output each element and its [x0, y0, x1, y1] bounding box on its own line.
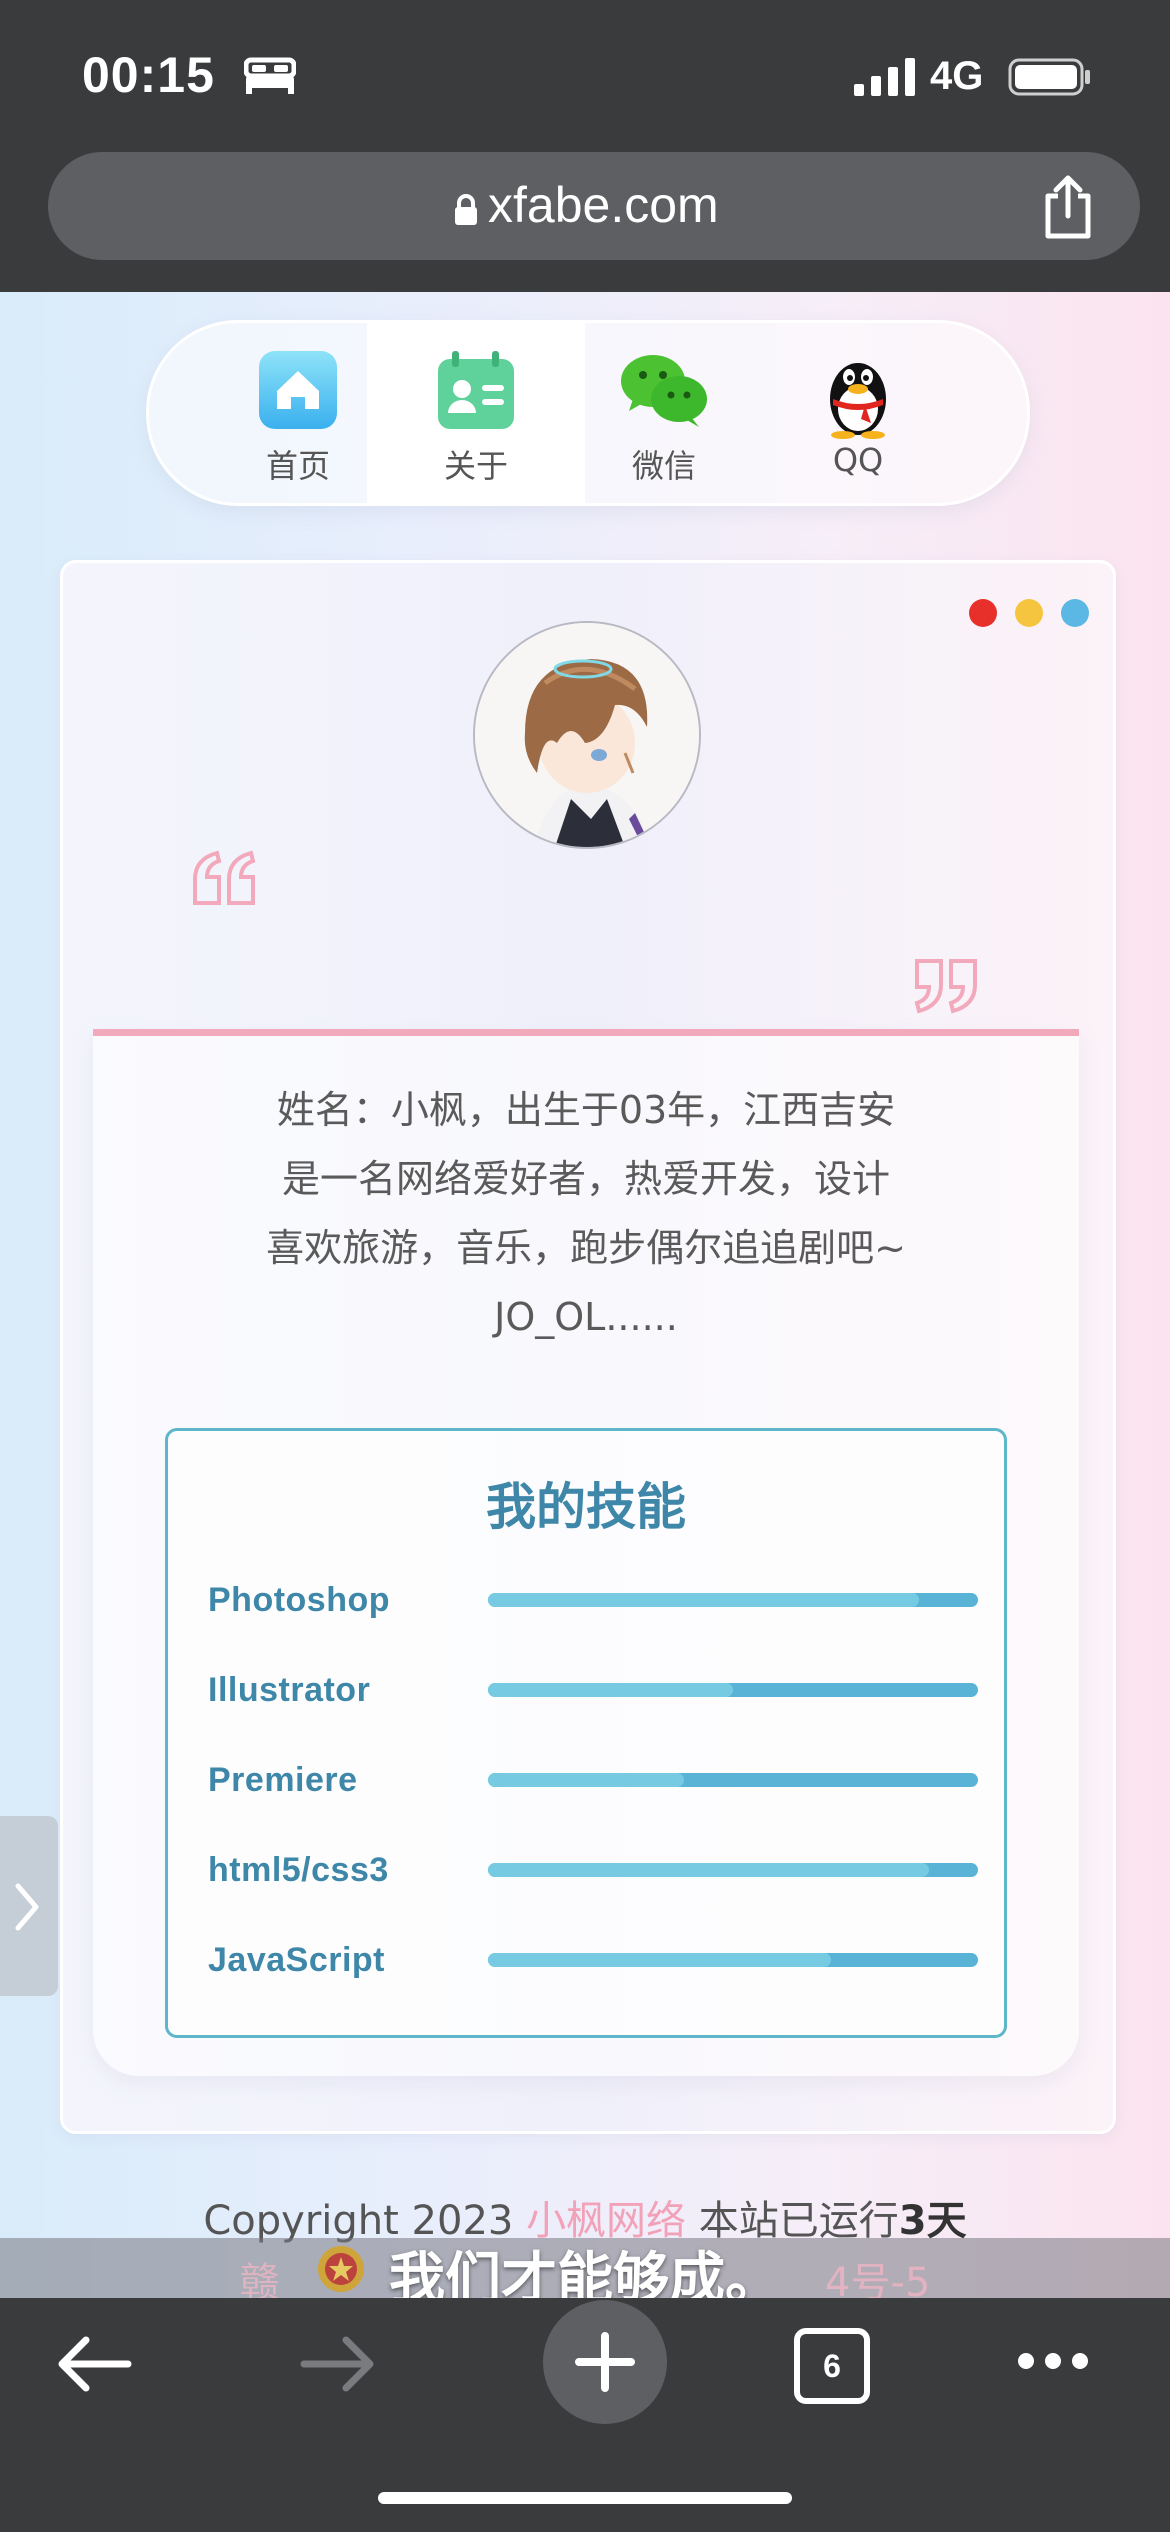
nav-item-qq[interactable]: QQ [749, 323, 967, 503]
lock-icon [455, 194, 477, 225]
network-type: 4G [930, 54, 984, 98]
wechat-icon [621, 355, 707, 427]
avatar [473, 621, 701, 849]
chevron-right-icon [15, 1883, 39, 1931]
signal-icon [854, 58, 915, 96]
sleep-mode-icon [244, 57, 296, 94]
about-panel: 姓名：小枫，出生于03年，江西吉安 是一名网络爱好者，热爱开发，设计 喜欢旅游，… [93, 1029, 1079, 2076]
skill-progress-fill [488, 1953, 831, 1967]
skills-title: 我的技能 [486, 1478, 686, 1536]
nav-item-about[interactable]: 关于 [367, 323, 585, 503]
window-dot-yellow [1015, 599, 1043, 627]
skill-row: Photoshop [208, 1581, 978, 1641]
site-nav: 首页 关于 微信 QQ [146, 320, 1030, 506]
battery-icon [1008, 58, 1090, 96]
nav-label: QQ [832, 441, 884, 479]
skill-name: html5/css3 [208, 1851, 389, 1889]
skill-progress-fill [488, 1683, 733, 1697]
skill-name: JavaScript [208, 1941, 385, 1979]
skill-progress-bar [488, 1593, 978, 1607]
window-dot-red [969, 599, 997, 627]
bio-line: JO_OL...... [494, 1295, 678, 1339]
share-icon[interactable] [1040, 174, 1096, 240]
skill-progress-fill [488, 1863, 929, 1877]
skill-row: JavaScript [208, 1941, 978, 2001]
tabs-count-button[interactable]: 6 [794, 2328, 870, 2404]
bio-line: 喜欢旅游，音乐，跑步偶尔追追剧吧~ [266, 1226, 906, 1270]
skill-row: Premiere [208, 1761, 978, 1821]
skill-progress-fill [488, 1773, 684, 1787]
new-tab-button[interactable] [530, 2298, 680, 2428]
skill-name: Premiere [208, 1761, 358, 1799]
nav-label: 关于 [443, 447, 508, 485]
url-text[interactable]: xfabe.com [488, 176, 719, 234]
skill-progress-bar [488, 1683, 978, 1697]
close-quote-icon [914, 959, 977, 1014]
bio-line: 姓名：小枫，出生于03年，江西吉安 [276, 1088, 896, 1132]
side-drawer-toggle[interactable] [0, 1816, 58, 1996]
back-arrow-icon[interactable] [56, 2334, 132, 2394]
status-time: 00:15 [82, 47, 215, 103]
skill-name: Photoshop [208, 1581, 391, 1619]
skill-row: Illustrator [208, 1671, 978, 1731]
qq-penguin-icon [830, 363, 886, 439]
bio-line: 是一名网络爱好者，热爱开发，设计 [281, 1157, 890, 1201]
home-indicator [378, 2492, 792, 2504]
bio-text: 姓名：小枫，出生于03年，江西吉安 是一名网络爱好者，热爱开发，设计 喜欢旅游，… [93, 1076, 1079, 1352]
forward-arrow-icon[interactable] [300, 2334, 376, 2394]
more-options-icon[interactable] [1016, 2350, 1090, 2372]
skill-progress-fill [488, 1593, 920, 1607]
open-quote-icon [193, 850, 256, 905]
skill-name: Illustrator [208, 1671, 371, 1709]
home-icon [259, 351, 337, 429]
window-dot-blue [1061, 599, 1089, 627]
profile-card: 姓名：小枫，出生于03年，江西吉安 是一名网络爱好者，热爱开发，设计 喜欢旅游，… [60, 560, 1116, 2134]
nav-label: 微信 [631, 447, 696, 485]
profile-card-icon [438, 351, 514, 429]
skills-box: 我的技能 Photoshop Illustrator Premiere html5/c… [165, 1428, 1007, 2038]
skill-progress-bar [488, 1953, 978, 1967]
skill-progress-bar [488, 1863, 978, 1877]
skill-progress-bar [488, 1773, 978, 1787]
avatar-illustration [475, 623, 699, 847]
nav-item-wechat[interactable]: 微信 [555, 323, 773, 503]
skill-row: html5/css3 [208, 1851, 978, 1911]
